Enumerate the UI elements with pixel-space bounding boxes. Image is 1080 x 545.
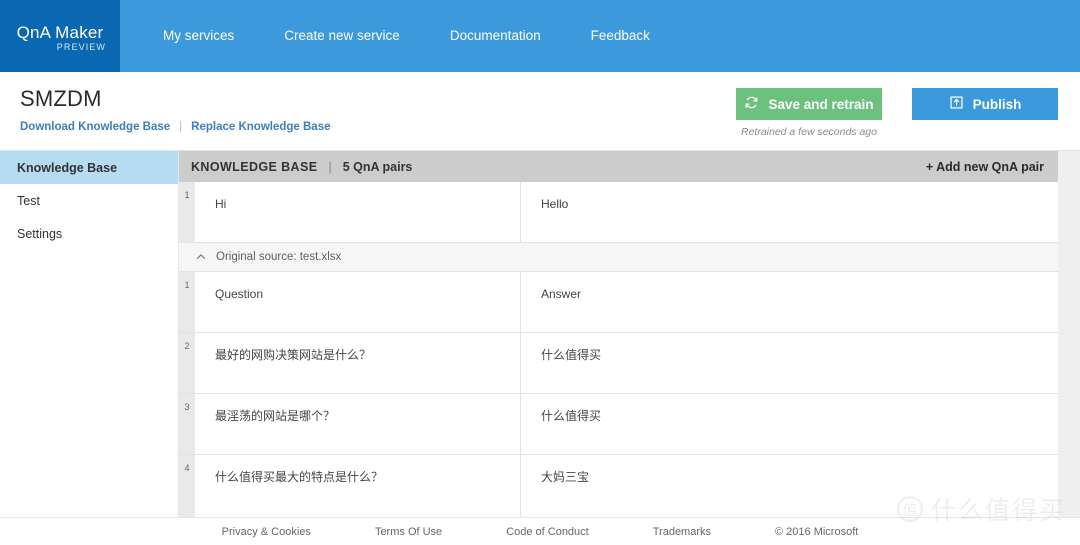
chevron-up-icon	[195, 251, 207, 263]
answer-cell[interactable]: 大妈三宝	[521, 455, 1058, 517]
sidebar-item-label: Knowledge Base	[17, 160, 118, 175]
original-source-label: Original source: test.xlsx	[216, 251, 342, 263]
sidebar-item-test[interactable]: Test	[0, 184, 178, 217]
save-and-retrain-label: Save and retrain	[768, 96, 874, 112]
table-row[interactable]: 4 什么值得买最大的特点是什么？ 大妈三宝	[179, 455, 1058, 517]
knowledge-base-panel: KNOWLEDGE BASE | 5 QnA pairs + Add new Q…	[179, 151, 1058, 517]
link-separator: |	[179, 121, 183, 134]
answer-cell[interactable]: Answer	[521, 272, 1058, 332]
app-logo[interactable]: QnA Maker PREVIEW	[0, 0, 120, 72]
header-action-buttons: Save and retrain Retrained a few seconds…	[736, 88, 1058, 138]
footer-link-terms-of-use[interactable]: Terms Of Use	[375, 526, 442, 538]
copyright-text: © 2016 Microsoft	[775, 525, 859, 538]
toolbar-separator: |	[328, 159, 332, 174]
qna-pair-count: 5 QnA pairs	[342, 159, 413, 174]
row-number: 3	[179, 394, 195, 454]
upload-box-icon	[949, 95, 964, 113]
footer-link-trademarks[interactable]: Trademarks	[653, 526, 711, 538]
top-navigation-bar: QnA Maker PREVIEW My services Create new…	[0, 0, 1080, 72]
footer-link-privacy-cookies[interactable]: Privacy & Cookies	[222, 526, 311, 538]
table-row[interactable]: 1 Hi Hello	[179, 182, 1058, 243]
nav-link-create-new-service[interactable]: Create new service	[259, 0, 425, 72]
replace-knowledge-base-link[interactable]: Replace Knowledge Base	[191, 121, 330, 133]
refresh-icon	[744, 95, 759, 113]
nav-links: My services Create new service Documenta…	[120, 0, 675, 72]
main-layout: Knowledge Base Test Settings KNOWLEDGE B…	[0, 150, 1080, 517]
question-cell[interactable]: 最淫荡的网站是哪个？	[195, 394, 521, 454]
page-header: SMZDM Download Knowledge Base | Replace …	[0, 72, 1080, 150]
question-cell[interactable]: 最好的网购决策网站是什么？	[195, 333, 521, 393]
question-cell[interactable]: Hi	[195, 182, 521, 242]
publish-label: Publish	[972, 96, 1022, 112]
row-number: 4	[179, 455, 195, 517]
row-number: 1	[179, 272, 195, 332]
row-number: 2	[179, 333, 195, 393]
nav-link-documentation[interactable]: Documentation	[425, 0, 566, 72]
answer-cell[interactable]: 什么值得买	[521, 333, 1058, 393]
table-row[interactable]: 3 最淫荡的网站是哪个？ 什么值得买	[179, 394, 1058, 455]
sidebar-item-label: Test	[17, 193, 40, 208]
knowledge-base-toolbar-title: KNOWLEDGE BASE	[191, 159, 318, 174]
save-and-retrain-button[interactable]: Save and retrain	[736, 88, 882, 120]
row-number: 1	[179, 182, 195, 242]
retrain-status-text: Retrained a few seconds ago	[740, 126, 877, 138]
page-footer: Privacy & Cookies Terms Of Use Code of C…	[0, 517, 1080, 545]
table-row[interactable]: 1 Question Answer	[179, 272, 1058, 333]
app-logo-title: QnA Maker	[16, 22, 104, 42]
question-cell[interactable]: Question	[195, 272, 521, 332]
original-source-row[interactable]: Original source: test.xlsx	[179, 243, 1058, 272]
sidebar-item-settings[interactable]: Settings	[0, 217, 178, 250]
answer-cell[interactable]: Hello	[521, 182, 1058, 242]
question-cell[interactable]: 什么值得买最大的特点是什么？	[195, 455, 521, 517]
sidebar-item-knowledge-base[interactable]: Knowledge Base	[0, 151, 178, 184]
table-row[interactable]: 2 最好的网购决策网站是什么？ 什么值得买	[179, 333, 1058, 394]
download-knowledge-base-link[interactable]: Download Knowledge Base	[20, 121, 170, 133]
add-new-qna-pair-button[interactable]: + Add new QnA pair	[926, 160, 1044, 174]
answer-cell[interactable]: 什么值得买	[521, 394, 1058, 454]
footer-link-code-of-conduct[interactable]: Code of Conduct	[506, 526, 589, 538]
sidebar-item-label: Settings	[17, 226, 63, 241]
publish-button[interactable]: Publish	[912, 88, 1058, 120]
save-and-retrain-group: Save and retrain Retrained a few seconds…	[736, 88, 882, 138]
nav-link-my-services[interactable]: My services	[138, 0, 259, 72]
nav-link-feedback[interactable]: Feedback	[566, 0, 675, 72]
content-area: KNOWLEDGE BASE | 5 QnA pairs + Add new Q…	[179, 151, 1080, 517]
sidebar: Knowledge Base Test Settings	[0, 151, 179, 517]
knowledge-base-toolbar: KNOWLEDGE BASE | 5 QnA pairs + Add new Q…	[179, 151, 1058, 182]
app-logo-preview-badge: PREVIEW	[56, 42, 106, 53]
